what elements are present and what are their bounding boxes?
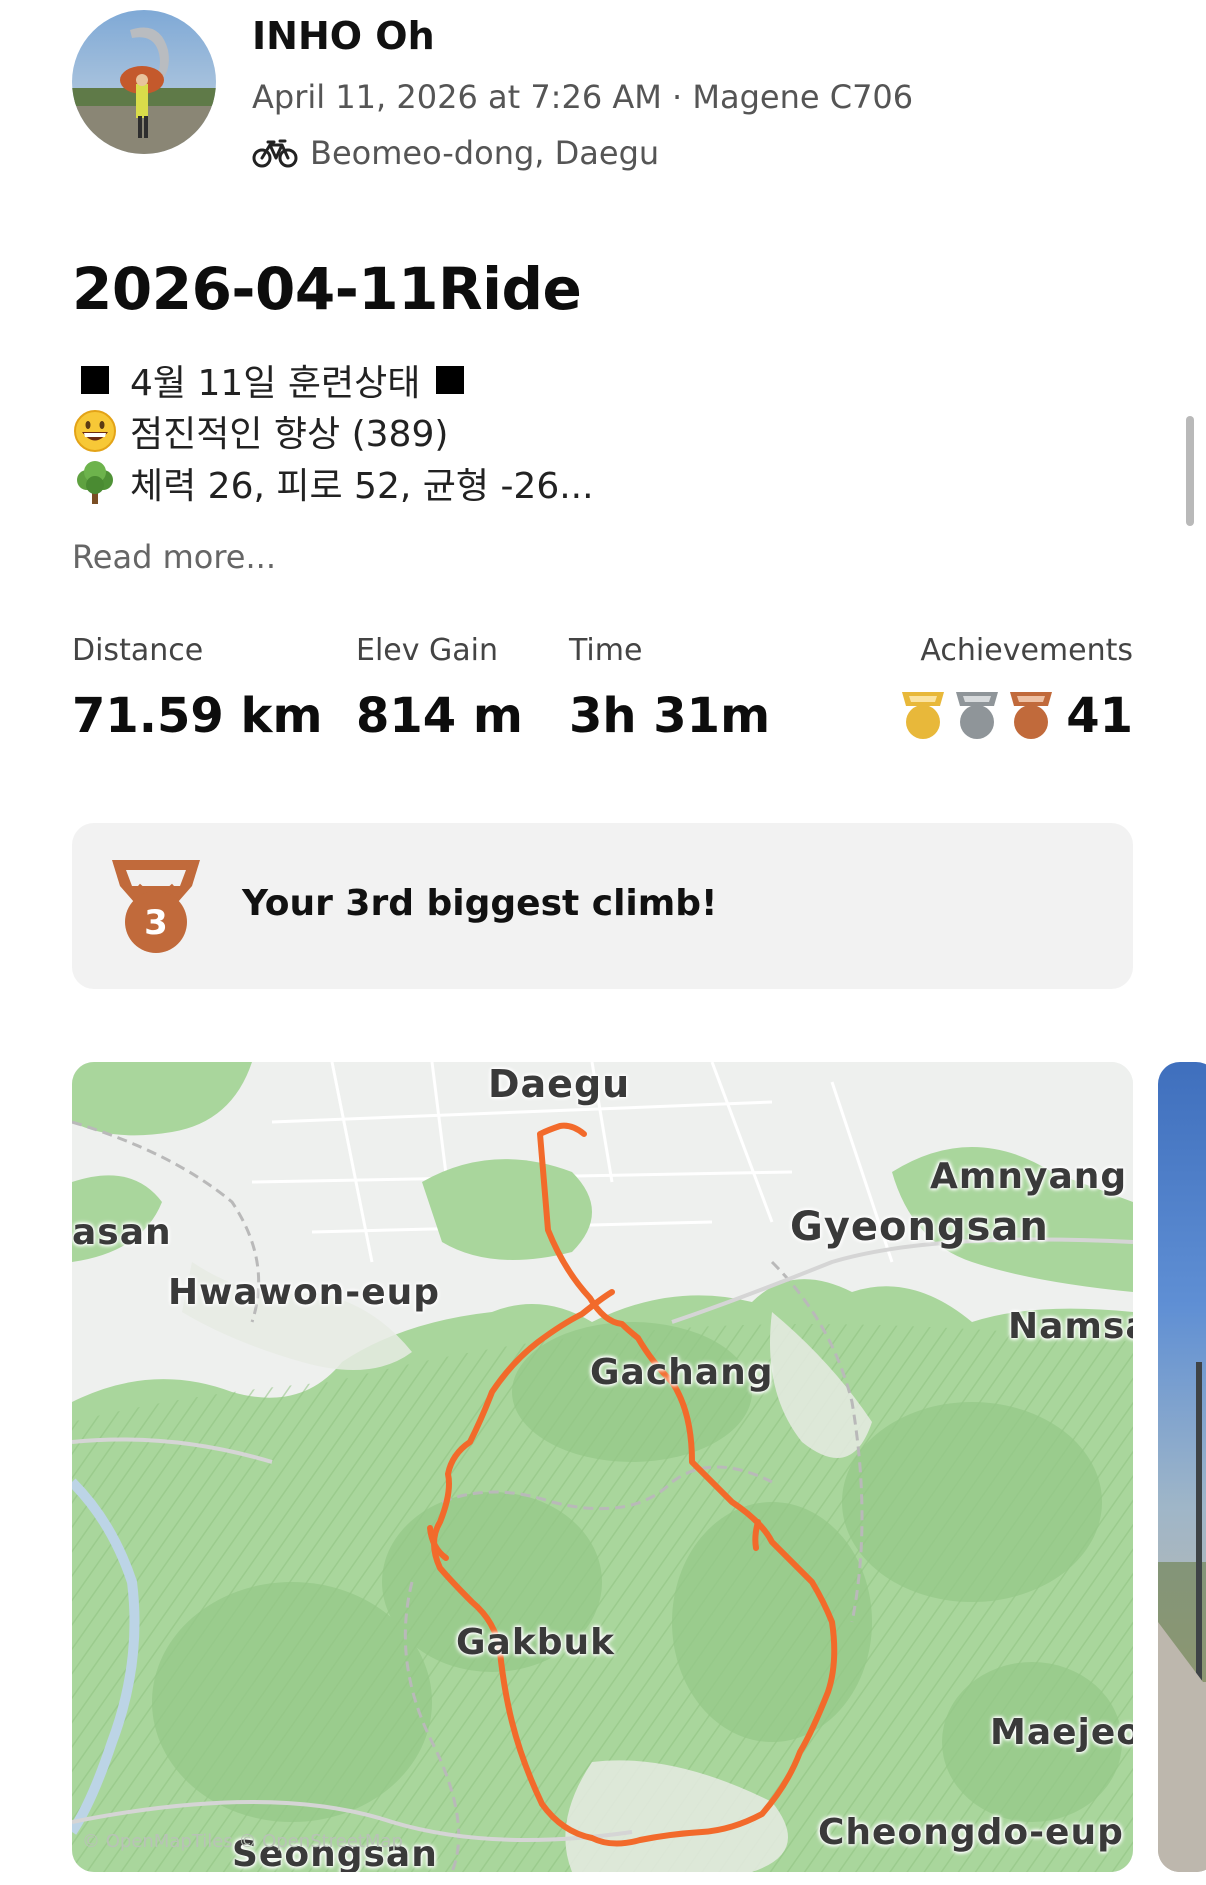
stat-distance-label: Distance <box>72 633 204 668</box>
description-line: 점진적인 향상 (389) <box>72 406 448 456</box>
medal-rank: 3 <box>144 903 168 943</box>
achievements-count: 41 <box>1066 688 1133 744</box>
description-text: 점진적인 향상 (389) <box>130 414 449 455</box>
athlete-avatar[interactable] <box>72 10 216 154</box>
bronze-medal-icon <box>1010 692 1053 739</box>
map-label-dalseo: asan <box>72 1212 172 1253</box>
tree-icon <box>72 460 118 506</box>
black-square-icon <box>436 366 465 394</box>
description-line: 4월 11일 훈련상태 <box>72 355 465 405</box>
black-square-icon <box>72 357 118 403</box>
stat-elev-label: Elev Gain <box>356 633 499 668</box>
map-attribution[interactable]: © OpenMapTiles © OpenStreetMap <box>82 1831 403 1852</box>
next-photo-card[interactable] <box>1158 1062 1206 1872</box>
description-line: 체력 26, 피로 52, 균형 -26... <box>72 458 594 508</box>
stat-time-value: 3h 31m <box>569 688 771 744</box>
grinning-face-icon <box>72 408 118 454</box>
map-label-gakbuk: Gakbuk <box>456 1622 616 1663</box>
description-text: 4월 11일 훈련상태 <box>130 363 421 404</box>
scrollbar[interactable] <box>1186 416 1194 526</box>
map-label-cheongdo: Cheongdo-eup <box>818 1812 1124 1853</box>
map-label-daegu: Daegu <box>488 1062 631 1106</box>
athlete-name[interactable]: INHO Oh <box>252 14 435 58</box>
map-label-amnyang: Amnyang <box>930 1156 1128 1197</box>
activity-location-row: Beomeo-dong, Daegu <box>252 131 659 175</box>
bronze-medal-icon: 3 <box>112 860 200 953</box>
gold-medal-icon <box>902 692 945 739</box>
location-text: Beomeo-dong, Daegu <box>310 134 660 172</box>
achievements-label: Achievements <box>920 633 1133 668</box>
read-more-link[interactable]: Read more... <box>72 538 276 576</box>
map-label-namsan: Namsa <box>1008 1306 1133 1347</box>
activity-title: 2026-04-11Ride <box>72 255 582 323</box>
achievements-row[interactable]: 41 <box>900 688 1133 744</box>
achievement-highlight-text: Your 3rd biggest climb! <box>242 883 718 924</box>
silver-medal-icon <box>956 692 999 739</box>
description-text: 체력 26, 피로 52, 균형 -26... <box>130 466 594 507</box>
stat-distance-value: 71.59 km <box>72 688 323 744</box>
map-label-hwawon: Hwawon-eup <box>168 1272 441 1313</box>
map-label-gachang: Gachang <box>590 1352 774 1393</box>
stat-time-label: Time <box>569 633 643 668</box>
stat-elev-value: 814 m <box>356 688 523 744</box>
achievement-highlight-card[interactable]: 3 Your 3rd biggest climb! <box>72 823 1133 989</box>
map-label-maejeon: Maejeon <box>990 1712 1133 1753</box>
map-label-gyeongsan: Gyeongsan <box>790 1204 1049 1250</box>
bike-icon <box>252 139 298 168</box>
route-map[interactable]: Daegu asan Amnyang Gyeongsan Hwawon-eup … <box>72 1062 1133 1872</box>
activity-date-device: April 11, 2026 at 7:26 AM · Magene C706 <box>252 78 914 116</box>
